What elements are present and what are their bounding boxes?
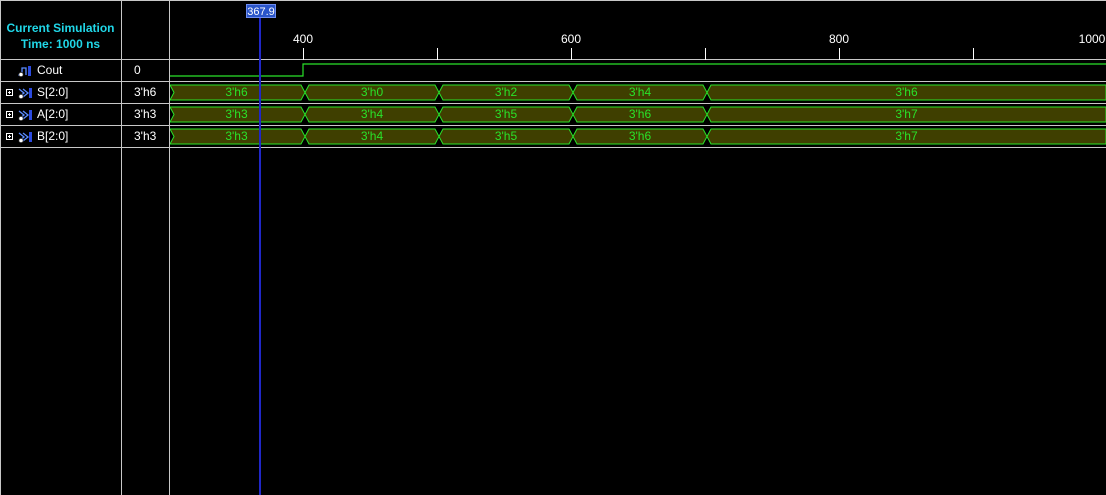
timeline-tick-label: 1000 xyxy=(1078,32,1106,46)
signal-current-value: 3'h3 xyxy=(134,107,157,121)
simulation-time-header: Current Simulation Time: 1000 ns xyxy=(0,20,121,52)
major-tick xyxy=(571,48,572,60)
bus-segment-label: 3'h3 xyxy=(225,129,248,143)
signal-current-value: 3'h6 xyxy=(134,85,157,99)
signal-row-b[interactable]: B[2:0] 3'h3 3'h3 3'h4 3'h5 3'h6 3'h7 xyxy=(0,126,1106,147)
bus-segment-label: 3'h0 xyxy=(360,85,384,99)
bus-segment-label: 3'h4 xyxy=(360,107,384,121)
bus-segment-label: 3'h6 xyxy=(628,129,652,143)
signal-row-cout[interactable]: Cout 0 xyxy=(0,60,1106,81)
header-line-1: Current Simulation xyxy=(6,21,115,35)
timeline-tick-label: 400 xyxy=(292,32,314,46)
bus-icon xyxy=(18,87,32,99)
bus-segment-label: 3'h5 xyxy=(494,129,518,143)
signal-name-cell[interactable]: A[2:0] xyxy=(0,104,121,125)
bus-segment-label: 3'h2 xyxy=(494,85,518,99)
signal-name-cell[interactable]: B[2:0] xyxy=(0,126,121,147)
cout-wave xyxy=(170,63,1106,77)
expand-icon[interactable] xyxy=(6,133,13,140)
waveform-a: 3'h3 3'h4 3'h5 3'h6 3'h7 xyxy=(170,104,1106,125)
major-tick xyxy=(303,48,304,60)
waveform-b: 3'h3 3'h4 3'h5 3'h6 3'h7 xyxy=(170,126,1106,147)
bus-segment-label: 3'h7 xyxy=(895,107,918,121)
signal-current-value: 0 xyxy=(134,63,141,77)
top-border xyxy=(0,0,1106,1)
bus-segment-label: 3'h6 xyxy=(628,107,652,121)
signal-current-value: 3'h3 xyxy=(134,129,157,143)
signal-name: B[2:0] xyxy=(37,129,69,143)
time-cursor-label[interactable]: 367.9 xyxy=(246,4,276,18)
bus-segment-label: 3'h7 xyxy=(895,129,918,143)
minor-tick xyxy=(973,48,974,60)
signal-row-a[interactable]: A[2:0] 3'h3 3'h3 3'h4 3'h5 3'h6 3'h7 xyxy=(0,104,1106,125)
major-tick xyxy=(839,48,840,60)
bus-segment-label: 3'h4 xyxy=(360,129,384,143)
timeline-tick-label: 600 xyxy=(560,32,582,46)
bus-segment-label: 3'h5 xyxy=(494,107,518,121)
minor-tick xyxy=(705,48,706,60)
minor-tick xyxy=(437,48,438,60)
signal-name-cell[interactable]: Cout xyxy=(0,60,121,81)
bus-segment-label: 3'h6 xyxy=(225,85,248,99)
waveform-cout xyxy=(170,60,1106,81)
header-line-2: Time: 1000 ns xyxy=(20,37,101,51)
signal-name: S[2:0] xyxy=(37,85,69,99)
signal-name: Cout xyxy=(37,63,63,77)
bus-icon xyxy=(18,109,32,121)
expand-icon[interactable] xyxy=(6,89,13,96)
row-divider xyxy=(0,147,1106,148)
expand-icon[interactable] xyxy=(6,111,13,118)
bus-segment-label: 3'h3 xyxy=(225,107,248,121)
timeline-tick-label: 800 xyxy=(828,32,850,46)
waveform-viewer: Current Simulation Time: 1000 ns 400 600… xyxy=(0,0,1106,495)
bus-segment-label: 3'h4 xyxy=(628,85,652,99)
time-cursor-line[interactable] xyxy=(259,17,261,495)
signal-name: A[2:0] xyxy=(37,107,69,121)
signal-icon xyxy=(18,65,31,77)
signal-row-s[interactable]: S[2:0] 3'h6 3'h6 3'h0 3'h2 3'h4 3'h6 xyxy=(0,82,1106,103)
signal-name-cell[interactable]: S[2:0] xyxy=(0,82,121,103)
bus-icon xyxy=(18,131,32,143)
bus-segment-label: 3'h6 xyxy=(895,85,918,99)
waveform-s: 3'h6 3'h0 3'h2 3'h4 3'h6 xyxy=(170,82,1106,103)
